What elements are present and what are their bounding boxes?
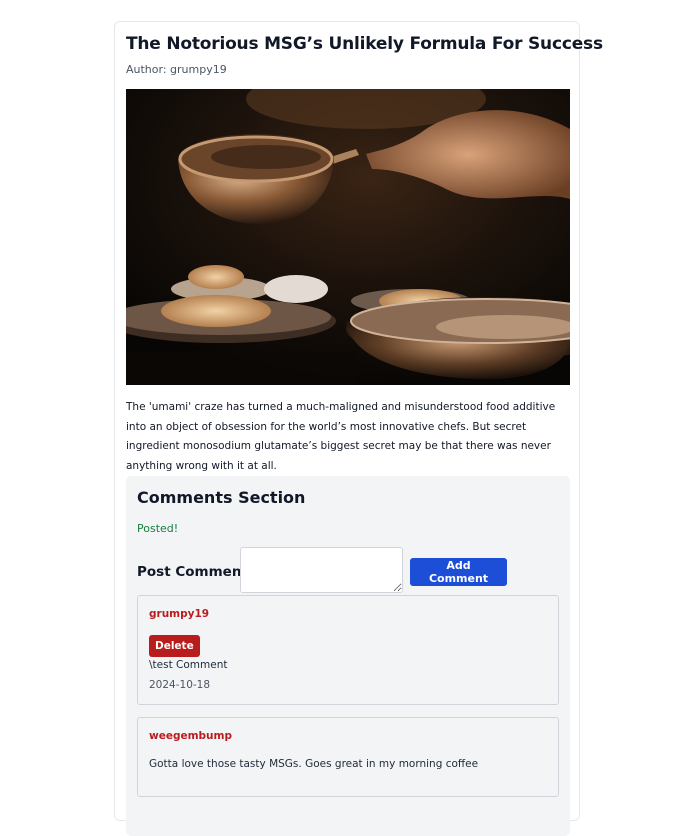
comments-heading: Comments Section: [137, 488, 306, 507]
comments-section: Comments Section Posted! Post Comment Ad…: [126, 476, 570, 836]
article-body: The 'umami' craze has turned a much-mali…: [126, 401, 556, 472]
comment-text: Gotta love those tasty MSGs. Goes great …: [149, 758, 479, 770]
comment-text: \test Comment: [149, 659, 228, 671]
comment-date: 2024-10-18: [149, 679, 211, 691]
add-comment-button[interactable]: Add Comment: [410, 558, 507, 586]
comment-author: grumpy19: [149, 608, 210, 620]
article-title: The Notorious MSG’s Unlikely Formula For…: [126, 34, 603, 54]
article-image: [126, 89, 570, 385]
article-card: The Notorious MSG’s Unlikely Formula For…: [114, 21, 603, 836]
comment-textarea[interactable]: [240, 547, 403, 593]
comment-item: grumpy19 Delete \test Comment 2024-10-18: [137, 595, 559, 705]
post-status-message: Posted!: [137, 522, 179, 535]
post-comment-label: Post Comment: [137, 564, 248, 580]
delete-comment-button[interactable]: Delete: [149, 635, 200, 657]
comment-author: weegembump: [149, 730, 232, 742]
comment-item: weegembump Gotta love those tasty MSGs. …: [137, 717, 559, 797]
article-author: Author: grumpy19: [126, 63, 227, 76]
